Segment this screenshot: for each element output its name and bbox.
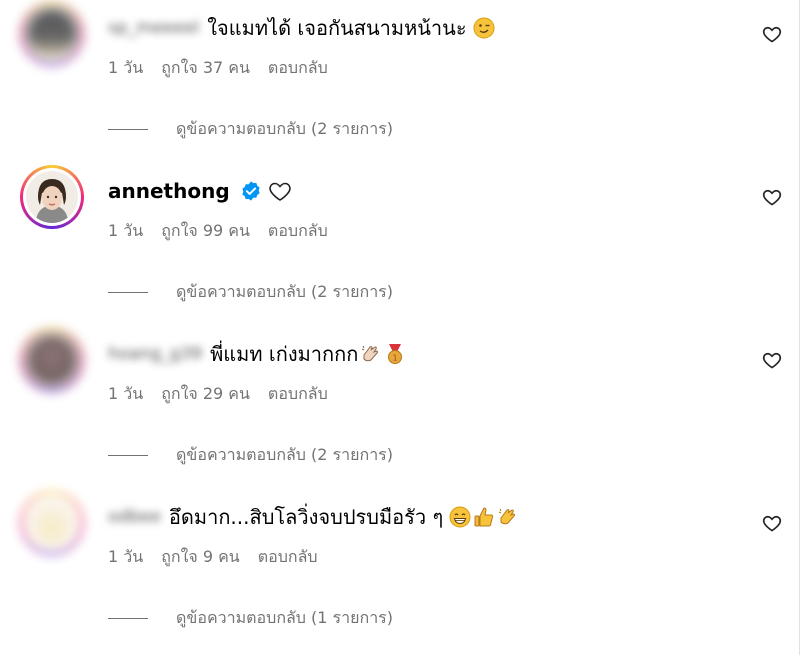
- outline-heart-icon: [268, 182, 291, 201]
- reply-button[interactable]: ตอบกลับ: [268, 219, 328, 244]
- view-replies-label: ดูข้อความตอบกลับ (2 รายการ): [176, 119, 394, 138]
- reply-button[interactable]: ตอบกลับ: [258, 545, 318, 570]
- thumbs-up-emoji-icon: [473, 506, 495, 528]
- comment-username[interactable]: sp_meeeel: [108, 18, 199, 38]
- verified-icon: [242, 181, 260, 201]
- like-heart-icon[interactable]: [762, 24, 782, 44]
- comment-time: 1 วัน: [108, 384, 144, 403]
- svg-text:1: 1: [393, 354, 398, 363]
- replies-divider: [108, 292, 148, 293]
- comment-username[interactable]: odbee: [108, 507, 161, 527]
- comment-text: อึดมาก...สิบโลวิ่งจบปรบมือรัว ๆ: [168, 505, 444, 529]
- comment-item: hoang_g39 พี่แมท เก่งมากกก 1 1 วัน ถูกใจ…: [0, 328, 800, 503]
- comment-likes[interactable]: ถูกใจ 99 คน: [161, 219, 250, 244]
- view-replies-label: ดูข้อความตอบกลับ (2 รายการ): [176, 282, 394, 301]
- clapping-hands-emoji-icon: [360, 343, 382, 365]
- comment-item: odbee อึดมาก...สิบโลวิ่งจบปรบมือรัว ๆ 1 …: [0, 491, 800, 655]
- view-replies-label: ดูข้อความตอบกลับ (1 รายการ): [176, 608, 394, 627]
- replies-divider: [108, 129, 148, 130]
- replies-divider: [108, 455, 148, 456]
- avatar[interactable]: [20, 165, 84, 229]
- view-replies-label: ดูข้อความตอบกลับ (2 รายการ): [176, 445, 394, 464]
- replies-divider: [108, 618, 148, 619]
- medal-emoji-icon: 1: [384, 343, 406, 365]
- view-replies-button[interactable]: ดูข้อความตอบกลับ (2 รายการ): [108, 117, 728, 142]
- grin-emoji-icon: [449, 506, 471, 528]
- comment-item: sp_meeeel ใจแมทได้ เจอกันสนามหน้านะ 1 วั…: [0, 2, 800, 177]
- like-heart-icon[interactable]: [762, 513, 782, 533]
- like-heart-icon[interactable]: [762, 350, 782, 370]
- reply-button[interactable]: ตอบกลับ: [268, 56, 328, 81]
- comment-text: พี่แมท เก่งมากกก: [210, 342, 359, 366]
- comment-item: annethong 1 วัน ถูกใจ 99 คน ตอบกลับ ดูข้…: [0, 165, 800, 340]
- view-replies-button[interactable]: ดูข้อความตอบกลับ (1 รายการ): [108, 606, 728, 631]
- avatar[interactable]: [20, 2, 84, 66]
- comment-likes[interactable]: ถูกใจ 9 คน: [161, 545, 240, 570]
- reply-button[interactable]: ตอบกลับ: [268, 382, 328, 407]
- comment-time: 1 วัน: [108, 547, 144, 566]
- comment-username[interactable]: hoang_g39: [108, 344, 202, 364]
- comment-likes[interactable]: ถูกใจ 29 คน: [161, 382, 250, 407]
- comment-time: 1 วัน: [108, 221, 144, 240]
- avatar[interactable]: [20, 328, 84, 392]
- comment-username[interactable]: annethong: [108, 179, 230, 203]
- like-heart-icon[interactable]: [762, 187, 782, 207]
- clapping-hands-emoji-icon: [497, 506, 519, 528]
- comment-text: ใจแมทได้ เจอกันสนามหน้านะ: [207, 16, 467, 40]
- comments-panel: sp_meeeel ใจแมทได้ เจอกันสนามหน้านะ 1 วั…: [0, 0, 800, 655]
- comment-likes[interactable]: ถูกใจ 37 คน: [161, 56, 250, 81]
- view-replies-button[interactable]: ดูข้อความตอบกลับ (2 รายการ): [108, 443, 728, 468]
- wink-emoji-icon: [473, 17, 495, 39]
- view-replies-button[interactable]: ดูข้อความตอบกลับ (2 รายการ): [108, 280, 728, 305]
- comment-time: 1 วัน: [108, 58, 144, 77]
- avatar[interactable]: [20, 491, 84, 555]
